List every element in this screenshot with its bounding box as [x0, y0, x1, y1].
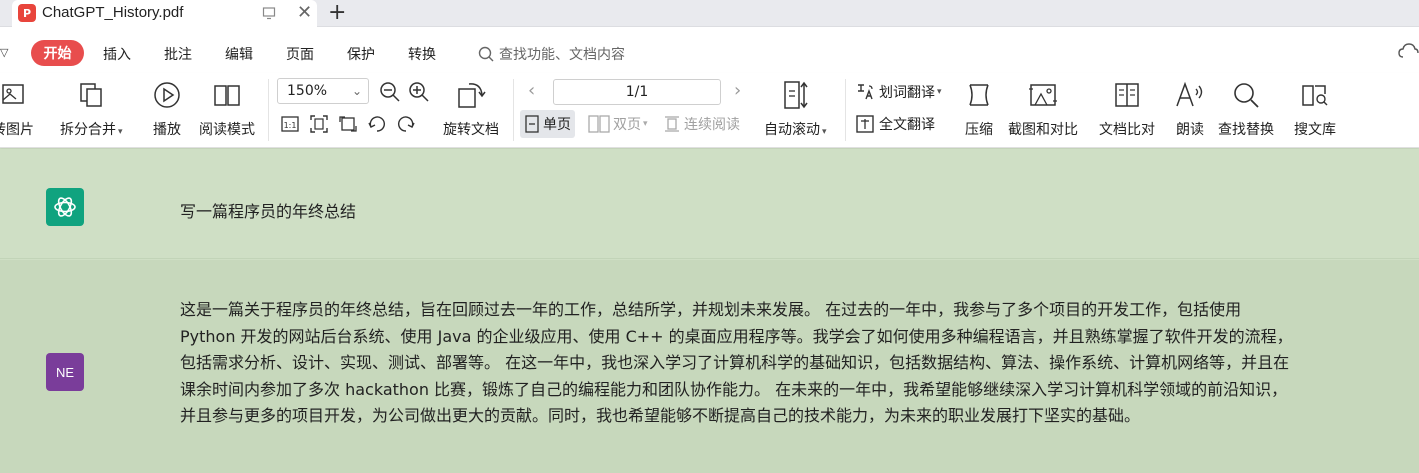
page-indicator[interactable]: 1/1	[553, 79, 721, 105]
toolbar-divider	[513, 79, 514, 141]
toolbar-divider	[268, 79, 269, 141]
menu-item-start[interactable]: 开始	[31, 40, 84, 66]
document-tab[interactable]: P ChatGPT_History.pdf ✕	[12, 0, 317, 27]
openai-logo-icon	[46, 188, 84, 226]
zoom-value: 150%	[287, 83, 328, 99]
actual-size-icon[interactable]: 1:1	[279, 113, 301, 135]
fit-page-icon[interactable]	[308, 113, 330, 135]
find-replace-button[interactable]: 查找替换	[1218, 79, 1274, 139]
double-page-button[interactable]: 双页 ▾	[584, 110, 652, 138]
caret-icon: ▾	[643, 119, 648, 129]
toolbar-divider	[845, 79, 846, 141]
screenshot-compare-label: 截图和对比	[1008, 122, 1078, 138]
auto-scroll-button[interactable]: 自动滚动 ▾	[764, 79, 827, 139]
assistant-message-text: 这是一篇关于程序员的年终总结，旨在回顾过去一年的工作，总结所学，并规划未来发展。…	[180, 300, 1293, 425]
single-page-button[interactable]: 单页	[520, 110, 575, 138]
compress-label: 压缩	[965, 122, 993, 138]
compress-icon	[963, 79, 995, 111]
pdf-content: 写一篇程序员的年终总结 NE 这是一篇关于程序员的年终总结，旨在回顾过去一年的工…	[0, 149, 1419, 473]
single-page-icon	[525, 115, 539, 133]
split-merge-icon	[75, 79, 107, 111]
search-icon	[478, 46, 494, 62]
full-translate-label: 全文翻译	[879, 117, 935, 133]
menu-bar: ▽ 开始 插入 批注 编辑 页面 保护 转换 查找功能、文档内容	[0, 27, 1419, 73]
full-translate-button[interactable]: 全文翻译	[855, 114, 935, 134]
book-icon	[211, 79, 243, 111]
screenshot-icon	[1027, 79, 1059, 111]
fit-width-icon[interactable]	[337, 113, 359, 135]
close-icon[interactable]: ✕	[297, 3, 312, 23]
single-page-label: 单页	[543, 117, 571, 133]
user-message: 写一篇程序员的年终总结	[0, 149, 1419, 259]
menu-item-insert[interactable]: 插入	[103, 44, 131, 64]
doc-compare-label: 文档比对	[1099, 122, 1155, 138]
doc-compare-button[interactable]: 文档比对	[1099, 79, 1155, 139]
assistant-avatar: NE	[46, 353, 84, 391]
continuous-read-label: 连续阅读	[684, 117, 740, 133]
rotate-doc-label: 旋转文档	[443, 122, 499, 138]
tab-bar: P ChatGPT_History.pdf ✕ +	[0, 0, 1419, 27]
auto-scroll-icon	[779, 79, 811, 111]
feature-search[interactable]: 查找功能、文档内容	[478, 44, 625, 64]
play-button[interactable]: 播放	[151, 79, 183, 139]
full-translate-icon	[856, 115, 874, 133]
prev-page-icon[interactable]: ‹	[528, 81, 535, 101]
chevron-down-icon: ⌄	[351, 84, 362, 98]
rotate-doc-icon	[455, 79, 487, 111]
split-merge-label: 拆分合并	[60, 122, 116, 138]
search-placeholder: 查找功能、文档内容	[499, 47, 625, 63]
cloud-icon[interactable]	[1398, 43, 1419, 59]
to-image-label: 转图片	[0, 122, 34, 138]
rotate-left-icon[interactable]	[366, 113, 388, 135]
caret-icon: ▾	[118, 127, 123, 137]
menu-item-annotate[interactable]: 批注	[164, 44, 192, 64]
search-library-button[interactable]: 搜文库	[1294, 79, 1336, 139]
menu-item-convert[interactable]: 转换	[408, 44, 436, 64]
chevron-down-icon[interactable]: ▽	[0, 46, 8, 59]
auto-scroll-label: 自动滚动	[764, 122, 820, 138]
play-icon	[151, 79, 183, 111]
continuous-icon	[665, 116, 679, 132]
continuous-read-button[interactable]: 连续阅读	[659, 110, 744, 138]
search-library-label: 搜文库	[1294, 122, 1336, 138]
menu-item-page[interactable]: 页面	[286, 44, 314, 64]
magnifier-icon	[1230, 79, 1262, 111]
rotate-doc-button[interactable]: 旋转文档	[443, 79, 499, 139]
rotate-right-icon[interactable]	[395, 113, 417, 135]
library-search-icon	[1299, 79, 1331, 111]
caret-icon: ▾	[937, 87, 942, 97]
pin-icon[interactable]	[262, 6, 276, 20]
new-tab-icon[interactable]: +	[328, 0, 346, 26]
translate-icon	[858, 84, 873, 100]
doc-compare-icon	[1111, 79, 1143, 111]
zoom-out-icon[interactable]	[379, 81, 401, 103]
svg-text:1:1: 1:1	[284, 121, 297, 130]
zoom-select[interactable]: 150% ⌄	[277, 78, 369, 104]
compress-button[interactable]: 压缩	[963, 79, 995, 139]
user-message-text: 写一篇程序员的年终总结	[180, 202, 357, 221]
next-page-icon[interactable]: ›	[734, 81, 741, 101]
double-page-label: 双页	[613, 117, 641, 133]
caret-icon: ▾	[822, 127, 827, 137]
read-aloud-icon	[1174, 79, 1206, 111]
word-translate-label: 划词翻译	[879, 85, 935, 101]
menu-item-protect[interactable]: 保护	[347, 44, 375, 64]
find-replace-label: 查找替换	[1218, 122, 1274, 138]
read-aloud-button[interactable]: 朗读	[1174, 79, 1206, 139]
play-label: 播放	[153, 122, 181, 138]
read-aloud-label: 朗读	[1176, 122, 1204, 138]
screenshot-compare-button[interactable]: 截图和对比	[1008, 79, 1078, 139]
image-icon	[0, 79, 29, 111]
menu-item-edit[interactable]: 编辑	[225, 44, 253, 64]
double-page-icon	[588, 115, 610, 133]
ribbon-toolbar: 转图片 拆分合并▾ 播放 阅读模式 150% ⌄ 1:1	[0, 73, 1419, 148]
reading-mode-button[interactable]: 阅读模式	[199, 79, 255, 139]
split-merge-button[interactable]: 拆分合并 ▾	[60, 79, 123, 139]
zoom-in-icon[interactable]	[408, 81, 430, 103]
word-translate-button[interactable]: 划词翻译 ▾	[855, 82, 942, 102]
reading-mode-label: 阅读模式	[199, 122, 255, 138]
tab-title: ChatGPT_History.pdf	[42, 4, 184, 21]
pdf-icon: P	[18, 4, 36, 22]
to-image-button[interactable]: 转图片	[0, 79, 34, 139]
